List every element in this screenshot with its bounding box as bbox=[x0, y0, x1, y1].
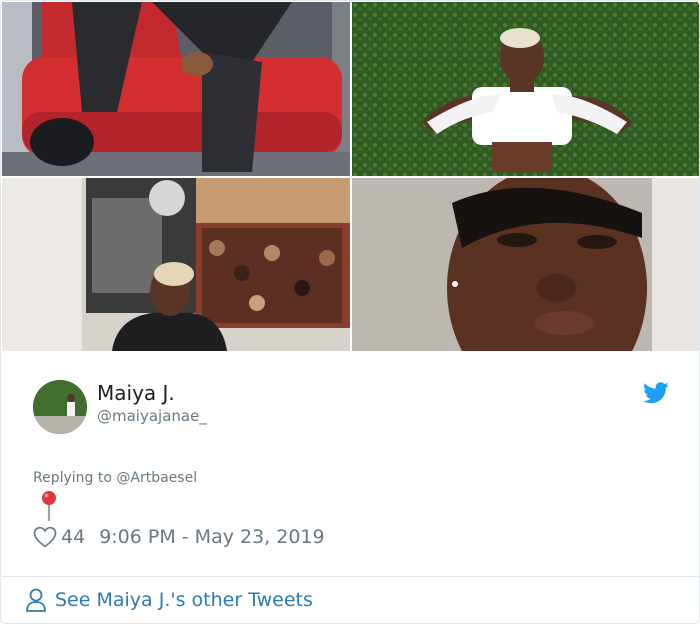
media-grid bbox=[2, 2, 699, 351]
photo-2[interactable] bbox=[352, 2, 699, 176]
avatar[interactable] bbox=[33, 380, 87, 434]
heart-icon[interactable] bbox=[33, 526, 57, 548]
reply-context: Replying to @Artbaesel bbox=[33, 470, 197, 486]
reply-prefix: Replying to bbox=[33, 470, 112, 486]
round-pushpin-icon bbox=[41, 490, 57, 522]
person-icon bbox=[25, 588, 47, 612]
tweet-card: Maiya J. @maiyajanae_ Replying to @Artba… bbox=[0, 0, 700, 624]
twitter-bird-icon[interactable] bbox=[643, 382, 669, 404]
timestamp[interactable]: 9:06 PM - May 23, 2019 bbox=[99, 526, 324, 548]
author-name[interactable]: Maiya J. bbox=[97, 381, 175, 405]
reply-to-link[interactable]: @Artbaesel bbox=[116, 470, 197, 486]
photo-4[interactable] bbox=[352, 178, 699, 351]
like-count[interactable]: 44 bbox=[61, 526, 85, 548]
see-other-tweets-label: See Maiya J.'s other Tweets bbox=[55, 589, 313, 611]
divider bbox=[2, 576, 699, 577]
photo-1[interactable] bbox=[2, 2, 350, 176]
author-handle[interactable]: @maiyajanae_ bbox=[97, 407, 207, 425]
photo-3[interactable] bbox=[2, 178, 350, 351]
tweet-meta: 44 9:06 PM - May 23, 2019 bbox=[33, 525, 325, 549]
see-other-tweets-link[interactable]: See Maiya J.'s other Tweets bbox=[25, 587, 313, 613]
